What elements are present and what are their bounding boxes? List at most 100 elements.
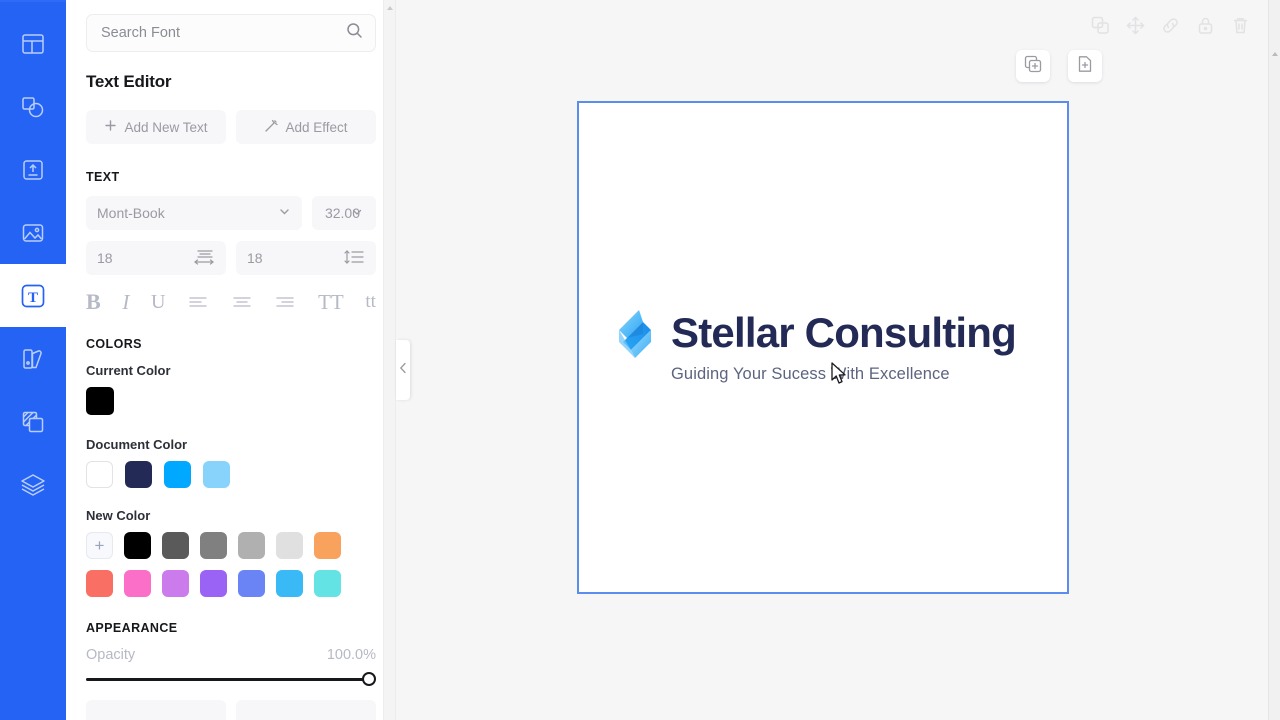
letter-spacing-input[interactable]: 18 bbox=[86, 241, 226, 275]
rail-top-divider bbox=[0, 0, 66, 2]
page-action-buttons bbox=[1016, 50, 1102, 82]
search-font-box[interactable] bbox=[86, 14, 376, 52]
new-swatch-12[interactable] bbox=[314, 570, 341, 597]
upload-icon bbox=[20, 157, 46, 183]
design-canvas[interactable]: Stellar Consulting Guiding Your Sucess W… bbox=[577, 101, 1069, 594]
add-effect-button[interactable]: Add Effect bbox=[236, 110, 376, 144]
new-swatch-9[interactable] bbox=[200, 570, 227, 597]
add-page-icon bbox=[1076, 55, 1094, 78]
link-icon[interactable] bbox=[1161, 16, 1180, 35]
opacity-slider-knob[interactable] bbox=[362, 672, 376, 686]
magic-wand-icon bbox=[264, 119, 279, 136]
align-right-button[interactable] bbox=[274, 294, 296, 310]
page-title: Text Editor bbox=[86, 72, 172, 91]
new-color-label: New Color bbox=[86, 508, 151, 523]
add-new-text-button[interactable]: Add New Text bbox=[86, 110, 226, 144]
line-height-input[interactable]: 18 bbox=[236, 241, 376, 275]
new-swatch-11[interactable] bbox=[276, 570, 303, 597]
duplicate-page-icon bbox=[1024, 55, 1042, 78]
new-color-swatches: + bbox=[86, 532, 376, 597]
chevron-down-icon bbox=[278, 205, 291, 221]
panel-scrollbar[interactable] bbox=[383, 0, 395, 720]
new-swatch-10[interactable] bbox=[238, 570, 265, 597]
logo-text-block: Stellar Consulting Guiding Your Sucess W… bbox=[671, 308, 1017, 384]
sidebar-item-background[interactable] bbox=[0, 390, 66, 453]
search-icon[interactable] bbox=[346, 22, 363, 44]
current-color-swatch[interactable] bbox=[86, 387, 114, 415]
add-effect-label: Add Effect bbox=[285, 119, 348, 135]
new-swatch-0[interactable] bbox=[124, 532, 151, 559]
align-center-button[interactable] bbox=[231, 294, 253, 310]
document-swatch-2[interactable] bbox=[164, 461, 191, 488]
canvas-workspace: Stellar Consulting Guiding Your Sucess W… bbox=[396, 0, 1280, 720]
panel-collapse-handle[interactable] bbox=[396, 340, 410, 400]
font-size-input[interactable]: 32.00 bbox=[312, 196, 376, 230]
palette-icon bbox=[20, 346, 46, 372]
font-family-select[interactable]: Mont-Book bbox=[86, 196, 302, 230]
chevron-left-icon bbox=[399, 361, 407, 379]
sidebar-item-text[interactable]: T bbox=[0, 264, 66, 327]
search-input[interactable] bbox=[101, 25, 346, 41]
sidebar-item-shapes[interactable] bbox=[0, 75, 66, 138]
canvas-scrollbar[interactable] bbox=[1268, 0, 1280, 720]
new-swatch-3[interactable] bbox=[238, 532, 265, 559]
text-action-buttons: Add New Text Add Effect bbox=[86, 110, 376, 144]
uppercase-button[interactable]: TT bbox=[318, 290, 344, 315]
new-swatch-4[interactable] bbox=[276, 532, 303, 559]
letter-spacing-icon bbox=[193, 248, 215, 269]
section-text-label: TEXT bbox=[86, 170, 120, 184]
underline-button[interactable]: U bbox=[151, 291, 165, 314]
sidebar-item-images[interactable] bbox=[0, 201, 66, 264]
stellar-diamond-logo-icon bbox=[613, 308, 657, 375]
text-editor-panel: Text Editor Add New Text bbox=[66, 0, 396, 720]
add-new-text-label: Add New Text bbox=[124, 119, 208, 135]
new-swatch-2[interactable] bbox=[200, 532, 227, 559]
delete-icon[interactable] bbox=[1231, 16, 1250, 35]
text-tool-icon: T bbox=[18, 281, 48, 311]
canvas-scroll-up-arrow-icon[interactable] bbox=[1272, 52, 1278, 56]
logo-group[interactable]: Stellar Consulting Guiding Your Sucess W… bbox=[613, 308, 1017, 384]
chevron-down-icon bbox=[351, 205, 363, 221]
text-format-buttons: B I U TT tt bbox=[86, 289, 376, 315]
document-color-label: Document Color bbox=[86, 437, 188, 452]
document-swatch-1[interactable] bbox=[125, 461, 152, 488]
sidebar-item-layers[interactable] bbox=[0, 453, 66, 516]
document-swatch-3[interactable] bbox=[203, 461, 230, 488]
appearance-field-left[interactable] bbox=[86, 700, 226, 720]
shapes-icon bbox=[20, 94, 46, 120]
new-swatch-1[interactable] bbox=[162, 532, 189, 559]
duplicate-page-button[interactable] bbox=[1016, 50, 1050, 82]
new-swatch-6[interactable] bbox=[86, 570, 113, 597]
add-color-button[interactable]: + bbox=[86, 532, 113, 559]
lock-icon[interactable] bbox=[1196, 16, 1215, 35]
background-icon bbox=[20, 409, 46, 435]
appearance-extra-fields bbox=[86, 700, 376, 720]
lowercase-button[interactable]: tt bbox=[365, 291, 376, 313]
italic-button[interactable]: I bbox=[122, 290, 129, 315]
font-row: Mont-Book 32.00 bbox=[86, 196, 376, 230]
new-swatch-7[interactable] bbox=[124, 570, 151, 597]
tool-rail: T bbox=[0, 0, 66, 720]
scroll-up-arrow-icon[interactable] bbox=[387, 6, 393, 10]
logo-title[interactable]: Stellar Consulting bbox=[671, 312, 1017, 354]
new-swatch-5[interactable] bbox=[314, 532, 341, 559]
sidebar-item-branding[interactable] bbox=[0, 327, 66, 390]
new-swatch-8[interactable] bbox=[162, 570, 189, 597]
image-icon bbox=[20, 220, 46, 246]
logo-tagline[interactable]: Guiding Your Sucess With Excellence bbox=[671, 365, 1016, 384]
add-page-button[interactable] bbox=[1068, 50, 1102, 82]
sidebar-item-upload[interactable] bbox=[0, 138, 66, 201]
section-appearance-label: APPEARANCE bbox=[86, 621, 178, 635]
opacity-slider[interactable] bbox=[86, 672, 376, 686]
bold-button[interactable]: B bbox=[86, 289, 101, 315]
current-color-label: Current Color bbox=[86, 363, 171, 378]
object-toolbar bbox=[1091, 16, 1250, 35]
document-swatch-0[interactable] bbox=[86, 461, 113, 488]
appearance-field-right[interactable] bbox=[236, 700, 376, 720]
duplicate-icon[interactable] bbox=[1091, 16, 1110, 35]
plus-icon bbox=[104, 119, 117, 135]
move-icon[interactable] bbox=[1126, 16, 1145, 35]
svg-text:T: T bbox=[28, 290, 38, 306]
sidebar-item-templates[interactable] bbox=[0, 12, 66, 75]
align-left-button[interactable] bbox=[187, 294, 209, 310]
